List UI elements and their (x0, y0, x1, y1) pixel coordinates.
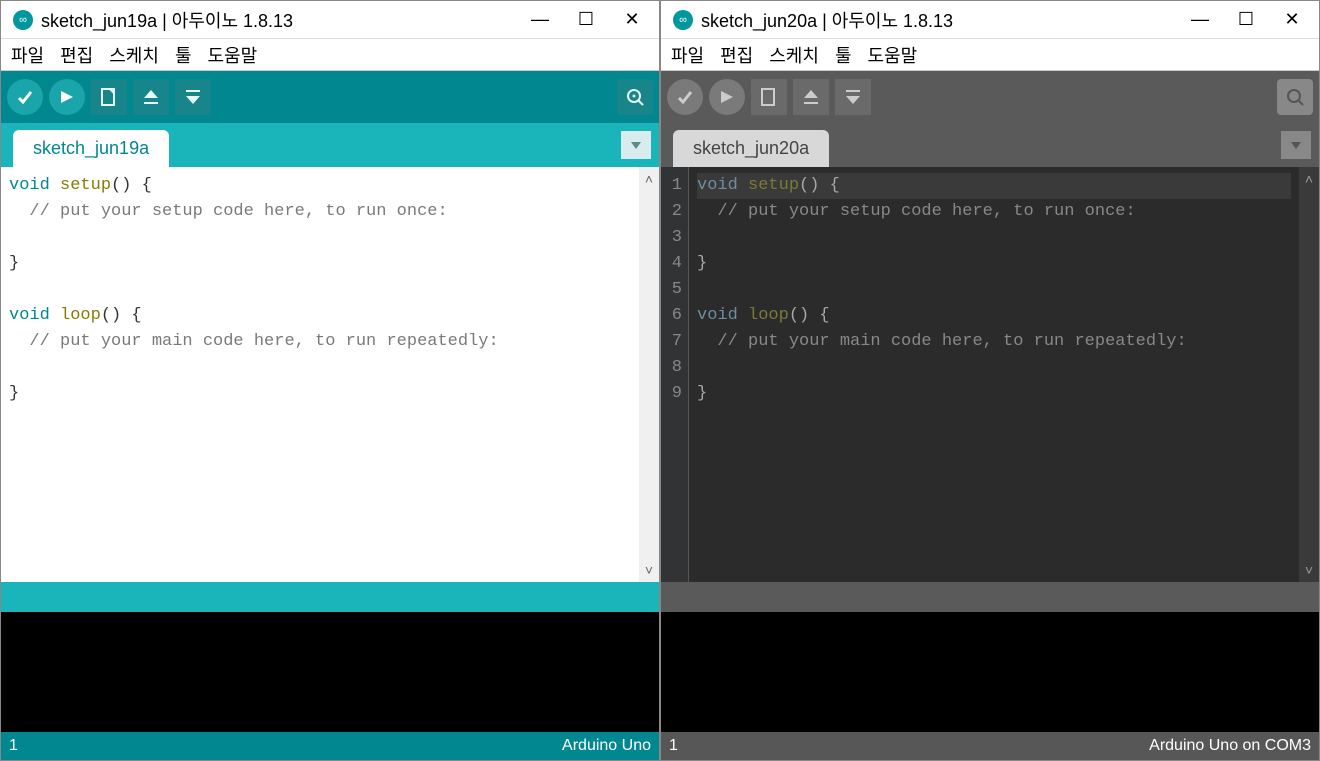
code-editor[interactable]: 1 2 3 4 5 6 7 8 9 void setup() { // put … (661, 167, 1319, 582)
open-sketch-button[interactable] (793, 79, 829, 115)
code-content[interactable]: void setup() { // put your setup code he… (689, 167, 1299, 582)
console-header (661, 582, 1319, 612)
minimize-button[interactable]: — (517, 5, 563, 35)
scrollbar[interactable]: ˄ ˅ (639, 167, 659, 582)
arduino-ide-window-dark: ∞ sketch_jun20a | 아두이노 1.8.13 — ☐ ✕ 파일 편… (660, 0, 1320, 761)
menu-help[interactable]: 도움말 (868, 42, 918, 68)
tab-bar: sketch_jun20a (661, 123, 1319, 167)
close-button[interactable]: ✕ (609, 5, 655, 35)
scrollbar[interactable]: ˄ ˅ (1299, 167, 1319, 582)
menu-help[interactable]: 도움말 (208, 42, 258, 68)
menu-file[interactable]: 파일 (11, 42, 44, 68)
verify-button[interactable] (7, 79, 43, 115)
menu-sketch[interactable]: 스케치 (769, 42, 819, 68)
line-number-gutter: 1 2 3 4 5 6 7 8 9 (661, 167, 689, 582)
status-board-info: Arduino Uno on COM3 (1149, 737, 1311, 755)
console-output[interactable] (661, 612, 1319, 732)
maximize-button[interactable]: ☐ (563, 5, 609, 35)
scroll-down-icon[interactable]: ˅ (645, 562, 653, 578)
scroll-up-icon[interactable]: ˄ (1305, 171, 1313, 187)
arduino-logo-icon: ∞ (13, 10, 33, 30)
close-button[interactable]: ✕ (1269, 5, 1315, 35)
new-sketch-button[interactable] (91, 79, 127, 115)
arduino-ide-window-light: ∞ sketch_jun19a | 아두이노 1.8.13 — ☐ ✕ 파일 편… (0, 0, 660, 761)
console-header (1, 582, 659, 612)
serial-monitor-button[interactable] (1277, 79, 1313, 115)
status-bar: 1 Arduino Uno on COM3 (661, 732, 1319, 760)
titlebar[interactable]: ∞ sketch_jun19a | 아두이노 1.8.13 — ☐ ✕ (1, 1, 659, 39)
sketch-tab[interactable]: sketch_jun19a (13, 130, 169, 167)
toolbar (661, 71, 1319, 123)
maximize-button[interactable]: ☐ (1223, 5, 1269, 35)
upload-button[interactable] (709, 79, 745, 115)
code-editor[interactable]: void setup() { // put your setup code he… (1, 167, 659, 582)
titlebar[interactable]: ∞ sketch_jun20a | 아두이노 1.8.13 — ☐ ✕ (661, 1, 1319, 39)
status-line-number: 1 (9, 737, 18, 755)
console-output[interactable] (1, 612, 659, 732)
tab-menu-dropdown[interactable] (1281, 131, 1311, 159)
scroll-up-icon[interactable]: ˄ (645, 171, 653, 187)
menu-tools[interactable]: 툴 (835, 42, 852, 68)
tab-bar: sketch_jun19a (1, 123, 659, 167)
minimize-button[interactable]: — (1177, 5, 1223, 35)
window-title: sketch_jun19a | 아두이노 1.8.13 (41, 7, 517, 33)
tab-menu-dropdown[interactable] (621, 131, 651, 159)
scroll-down-icon[interactable]: ˅ (1305, 562, 1313, 578)
open-sketch-button[interactable] (133, 79, 169, 115)
verify-button[interactable] (667, 79, 703, 115)
serial-monitor-button[interactable] (617, 79, 653, 115)
menu-file[interactable]: 파일 (671, 42, 704, 68)
menu-edit[interactable]: 편집 (60, 42, 93, 68)
sketch-tab[interactable]: sketch_jun20a (673, 130, 829, 167)
status-board-info: Arduino Uno (562, 737, 651, 755)
menu-tools[interactable]: 툴 (175, 42, 192, 68)
menubar: 파일 편집 스케치 툴 도움말 (1, 39, 659, 71)
save-sketch-button[interactable] (175, 79, 211, 115)
toolbar (1, 71, 659, 123)
window-title: sketch_jun20a | 아두이노 1.8.13 (701, 7, 1177, 33)
menu-sketch[interactable]: 스케치 (109, 42, 159, 68)
arduino-logo-icon: ∞ (673, 10, 693, 30)
code-content[interactable]: void setup() { // put your setup code he… (1, 167, 639, 582)
status-line-number: 1 (669, 737, 678, 755)
status-bar: 1 Arduino Uno (1, 732, 659, 760)
upload-button[interactable] (49, 79, 85, 115)
new-sketch-button[interactable] (751, 79, 787, 115)
menubar: 파일 편집 스케치 툴 도움말 (661, 39, 1319, 71)
save-sketch-button[interactable] (835, 79, 871, 115)
menu-edit[interactable]: 편집 (720, 42, 753, 68)
